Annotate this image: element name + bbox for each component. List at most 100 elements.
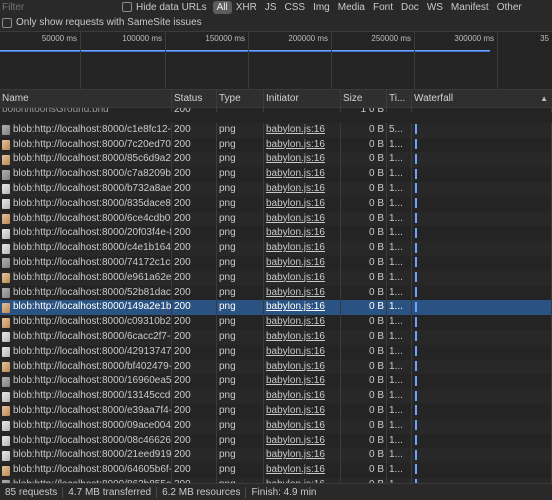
- waterfall-label: Waterfall: [414, 93, 454, 104]
- hide-data-urls-label: Hide data URLs: [136, 1, 207, 13]
- table-row[interactable]: blob:http://localhost:8000/13145ccd-7...…: [0, 389, 552, 404]
- table-row[interactable]: blob:http://localhost:8000/835dace8-c...…: [0, 196, 552, 212]
- type-filter-all[interactable]: All: [212, 0, 232, 14]
- table-row[interactable]: blob:http://localhost:8000/c4e1b164-d...…: [0, 241, 552, 256]
- initiator-link[interactable]: babylon.js:16: [266, 124, 325, 135]
- initiator-link[interactable]: babylon.js:16: [266, 375, 325, 386]
- type-filter-xhr[interactable]: XHR: [232, 1, 261, 14]
- initiator-link[interactable]: babylon.js:16: [266, 153, 325, 164]
- request-waterfall-cell: [412, 359, 552, 375]
- samesite-filter[interactable]: Only show requests with SameSite issues: [0, 14, 552, 32]
- hide-data-urls-toggle[interactable]: Hide data URLs: [122, 2, 207, 13]
- waterfall-bar: [415, 153, 417, 164]
- table-row[interactable]: blob:http://localhost:8000/74172c1c-a...…: [0, 255, 552, 271]
- finish-time: Finish: 4.9 min: [251, 486, 317, 498]
- request-time: 1...: [387, 418, 412, 434]
- request-status: 200: [172, 255, 217, 271]
- filter-input[interactable]: [0, 0, 108, 14]
- initiator-link[interactable]: babylon.js:16: [266, 227, 325, 238]
- table-row[interactable]: blob:http://localhost:8000/21eed919-8...…: [0, 448, 552, 464]
- request-time: 1...: [387, 329, 412, 345]
- image-file-icon: [2, 450, 10, 461]
- initiator-link[interactable]: babylon.js:16: [266, 301, 325, 312]
- initiator-link[interactable]: babylon.js:16: [266, 346, 325, 357]
- table-row[interactable]: blob:http://localhost:8000/7c20ed70-2...…: [0, 137, 552, 153]
- image-file-icon: [2, 435, 10, 446]
- initiator-link[interactable]: babylon.js:16: [266, 257, 325, 268]
- timeline-overview[interactable]: 50000 ms 100000 ms 150000 ms 200000 ms 25000…: [0, 32, 552, 90]
- type-filter-manifest[interactable]: Manifest: [447, 1, 493, 14]
- initiator-link[interactable]: babylon.js:16: [266, 435, 325, 446]
- table-row[interactable]: blob:http://localhost:8000/149a2e1b-8...…: [0, 300, 552, 316]
- table-row[interactable]: blob:http://localhost:8000/e39aa7f4-4...…: [0, 403, 552, 419]
- request-name-cell: blob:http://localhost:8000/64605b6f-d...: [0, 463, 172, 478]
- table-row[interactable]: blob:http://localhost:8000/c1e8fc12-d...…: [0, 122, 552, 138]
- requests-table-body[interactable]: bolon/jtoonsGround.png 200 1 0 B blob:ht…: [0, 108, 552, 483]
- image-file-icon: [2, 228, 10, 239]
- request-name: blob:http://localhost:8000/09ace004-7...: [13, 419, 172, 431]
- type-filter-img[interactable]: Img: [309, 1, 334, 14]
- initiator-link[interactable]: babylon.js:16: [266, 405, 325, 416]
- request-name: bolon/jtoonsGround.png: [0, 108, 172, 112]
- table-row[interactable]: blob:http://localhost:8000/09ace004-7...…: [0, 418, 552, 434]
- type-filter-font[interactable]: Font: [369, 1, 397, 14]
- initiator-link[interactable]: babylon.js:16: [266, 168, 325, 179]
- type-filter-css[interactable]: CSS: [281, 1, 310, 14]
- table-row[interactable]: blob:http://localhost:8000/52b81dac-c...…: [0, 285, 552, 301]
- type-filter-doc[interactable]: Doc: [397, 1, 423, 14]
- table-row[interactable]: blob:http://localhost:8000/bf402479-6...…: [0, 359, 552, 375]
- column-header-time[interactable]: Ti...: [387, 90, 412, 108]
- hide-data-urls-checkbox[interactable]: [122, 2, 132, 12]
- request-status: 200: [172, 418, 217, 434]
- table-row-partial[interactable]: bolon/jtoonsGround.png 200 1 0 B: [0, 108, 552, 123]
- waterfall-bar: [415, 375, 417, 386]
- table-row[interactable]: blob:http://localhost:8000/c7a8209b-8...…: [0, 167, 552, 182]
- request-status: 200: [172, 433, 217, 449]
- initiator-link[interactable]: babylon.js:16: [266, 139, 325, 150]
- initiator-link[interactable]: babylon.js:16: [266, 213, 325, 224]
- initiator-link[interactable]: babylon.js:16: [266, 331, 325, 342]
- type-filter-other[interactable]: Other: [493, 1, 526, 14]
- initiator-link[interactable]: babylon.js:16: [266, 198, 325, 209]
- request-status: 200: [172, 359, 217, 375]
- table-row[interactable]: blob:http://localhost:8000/e961a62e-4...…: [0, 270, 552, 286]
- samesite-checkbox[interactable]: [2, 17, 12, 28]
- column-header-status[interactable]: Status: [172, 90, 217, 108]
- type-filter-ws[interactable]: WS: [423, 1, 447, 14]
- initiator-link[interactable]: babylon.js:16: [266, 361, 325, 372]
- table-row[interactable]: blob:http://localhost:8000/b732a8ae-3...…: [0, 181, 552, 197]
- initiator-link[interactable]: babylon.js:16: [266, 464, 325, 475]
- table-row[interactable]: blob:http://localhost:8000/20f03f4e-81..…: [0, 226, 552, 242]
- initiator-link[interactable]: babylon.js:16: [266, 183, 325, 194]
- request-waterfall-cell: [412, 226, 552, 242]
- table-row[interactable]: blob:http://localhost:8000/42913747-6...…: [0, 344, 552, 360]
- initiator-link[interactable]: babylon.js:16: [266, 316, 325, 327]
- initiator-link[interactable]: babylon.js:16: [266, 242, 325, 253]
- request-waterfall-cell: [412, 181, 552, 197]
- overview-gridline: [165, 32, 166, 90]
- initiator-link[interactable]: babylon.js:16: [266, 420, 325, 431]
- column-header-initiator[interactable]: Initiator: [264, 90, 341, 108]
- table-row[interactable]: blob:http://localhost:8000/6ce4cdb0-d...…: [0, 211, 552, 227]
- column-header-size[interactable]: Size: [341, 90, 387, 108]
- table-row[interactable]: blob:http://localhost:8000/64605b6f-d...…: [0, 463, 552, 478]
- type-filter-media[interactable]: Media: [334, 1, 369, 14]
- overview-tick-label: 35: [540, 34, 549, 43]
- column-header-waterfall[interactable]: Waterfall ▲: [412, 90, 552, 108]
- table-row[interactable]: blob:http://localhost:8000/16960ea5-4...…: [0, 374, 552, 390]
- initiator-link[interactable]: babylon.js:16: [266, 287, 325, 298]
- request-name: blob:http://localhost:8000/835dace8-c...: [13, 197, 172, 209]
- column-header-name[interactable]: Name: [0, 90, 172, 108]
- table-row[interactable]: blob:http://localhost:8000/c09310b2-7...…: [0, 315, 552, 330]
- initiator-link[interactable]: babylon.js:16: [266, 272, 325, 283]
- table-row[interactable]: blob:http://localhost:8000/6cacc2f7-6...…: [0, 329, 552, 345]
- request-waterfall-cell: [412, 418, 552, 434]
- table-row[interactable]: blob:http://localhost:8000/85c6d9a2-4...…: [0, 152, 552, 168]
- initiator-link[interactable]: babylon.js:16: [266, 390, 325, 401]
- column-header-type[interactable]: Type: [217, 90, 264, 108]
- request-waterfall-cell: [412, 344, 552, 360]
- initiator-link[interactable]: babylon.js:16: [266, 449, 325, 460]
- request-type: png: [217, 300, 264, 316]
- table-row[interactable]: blob:http://localhost:8000/08c46626-5...…: [0, 433, 552, 449]
- type-filter-js[interactable]: JS: [261, 1, 281, 14]
